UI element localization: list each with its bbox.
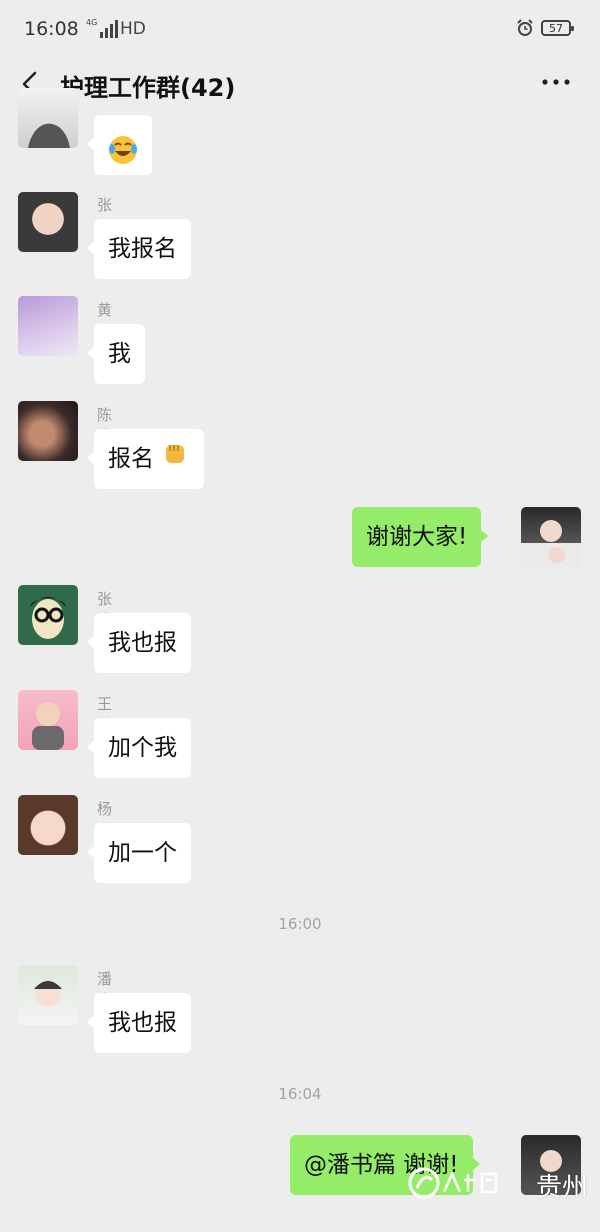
fist-emoji-icon (161, 430, 189, 490)
watermark: 贵州 (408, 1166, 588, 1204)
avatar[interactable] (18, 401, 78, 461)
avatar[interactable] (18, 795, 78, 855)
message-bubble[interactable]: 加一个 (87, 823, 191, 883)
chat-title: 护理工作群(42) (60, 74, 236, 102)
avatar[interactable] (18, 690, 78, 750)
timestamp: 16:04 (278, 1085, 322, 1103)
message-bubble[interactable]: 我也报 (87, 613, 191, 673)
watermark-region: 贵州 (536, 1172, 589, 1203)
people-daily-logo-icon (408, 1166, 528, 1204)
message-bubble[interactable]: 加个我 (87, 718, 191, 778)
message-bubble[interactable]: 报名 (87, 429, 204, 490)
message-text: 报名 (108, 446, 154, 472)
status-bar: 16:08 4G HD 57 (0, 0, 600, 58)
signal-icon: 4G (86, 18, 119, 38)
laughing-crying-emoji-icon (107, 129, 139, 189)
alarm-icon (515, 18, 535, 42)
message-bubble[interactable]: 我也报 (87, 993, 191, 1053)
timestamp: 16:00 (278, 915, 322, 933)
battery-icon: 57 (541, 20, 574, 36)
status-time: 16:08 (24, 18, 79, 40)
avatar-self[interactable] (521, 507, 581, 567)
chat-header: 护理工作群(42) (0, 58, 600, 108)
message-bubble-self[interactable]: 谢谢大家! (352, 507, 489, 567)
avatar[interactable] (18, 88, 78, 148)
emoji-message-bubble[interactable] (87, 115, 152, 175)
avatar[interactable] (18, 585, 78, 645)
battery-level: 57 (549, 21, 563, 35)
hd-label: HD (120, 19, 146, 39)
avatar[interactable] (18, 296, 78, 356)
message-bubble[interactable]: 我报名 (87, 219, 191, 279)
message-bubble[interactable]: 我 (87, 324, 145, 384)
avatar[interactable] (18, 192, 78, 252)
network-type: 4G (86, 18, 98, 27)
avatar[interactable] (18, 965, 78, 1025)
more-options-icon[interactable] (540, 70, 572, 98)
